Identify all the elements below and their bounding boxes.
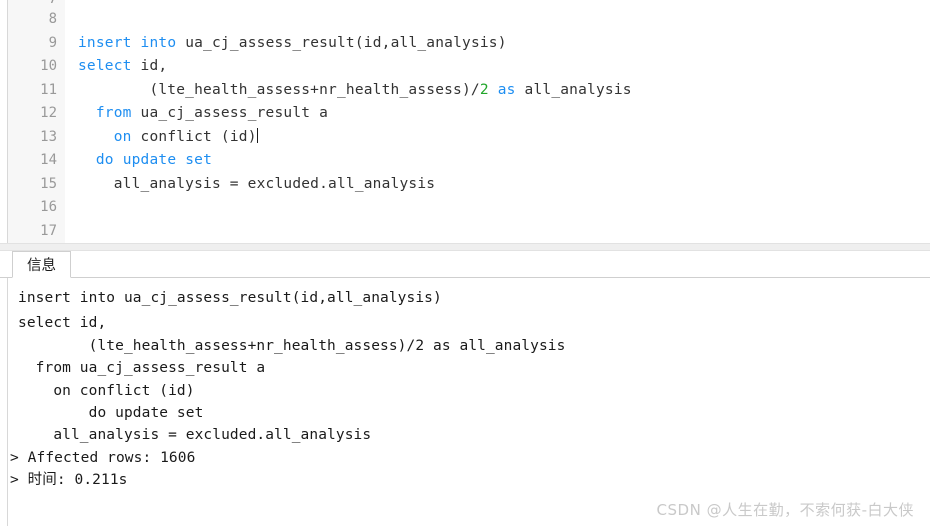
code-line[interactable]: 14 do update set [0, 149, 930, 173]
output-sql-line: from ua_cj_assess_result a [18, 360, 266, 377]
pane-splitter[interactable] [0, 243, 930, 251]
tab-info[interactable]: 信息 [12, 251, 71, 278]
message-output-area[interactable]: insert into ua_cj_assess_result(id,all_a… [8, 278, 930, 526]
code-line-text: from ua_cj_assess_result a [95, 105, 329, 121]
output-sql-line: on conflict (id) [18, 382, 195, 399]
code-line[interactable]: 10 select id, [0, 55, 930, 79]
code-line-text: insert into ua_cj_assess_result(id,all_a… [78, 34, 507, 51]
code-line-text: (lte_health_assess+nr_health_assess)/2 a… [78, 81, 632, 98]
code-line-text: do update set [95, 152, 213, 168]
code-line[interactable]: 8 [0, 8, 930, 32]
line-number: 9 [48, 34, 57, 51]
output-status-line: > Affected rows: 1606 [10, 449, 196, 466]
code-line-text: on conflict (id) [113, 127, 258, 145]
result-tab-bar: 信息 [0, 251, 930, 278]
text-cursor [256, 127, 258, 143]
sql-editor-pane[interactable]: 7 8 9 insert into ua_cj_assess_result(id,al… [0, 0, 930, 243]
line-number: 8 [48, 11, 57, 27]
line-number: 13 [40, 128, 57, 145]
code-line[interactable]: 16 [0, 196, 930, 220]
output-sql-line: select id, [18, 315, 107, 332]
line-number: 16 [40, 199, 57, 215]
line-number: 14 [40, 152, 57, 168]
output-sql-line: insert into ua_cj_assess_result(id,all_a… [18, 290, 442, 306]
code-line[interactable]: 17 [0, 220, 930, 244]
code-line-partial: 7 [0, 0, 930, 8]
output-sql-line: do update set [18, 404, 204, 421]
code-line[interactable]: 13 on conflict (id) [0, 126, 930, 150]
line-number: 10 [40, 58, 57, 74]
line-number: 11 [40, 81, 57, 98]
line-number: 15 [40, 175, 57, 192]
line-number: 7 [8, 0, 57, 7]
code-line[interactable]: 9 insert into ua_cj_assess_result(id,all_… [0, 32, 930, 56]
code-line-text: select id, [78, 58, 168, 74]
csdn-watermark: CSDN @人生在勤，不索何获-白大侠 [656, 501, 914, 519]
result-pane: 信息 insert into ua_cj_assess_result(id,al… [0, 251, 930, 526]
editor-code-lines[interactable]: 7 8 9 insert into ua_cj_assess_result(id,al… [0, 0, 930, 243]
output-status-line: > 时间: 0.211s [10, 472, 128, 489]
line-number: 12 [40, 105, 57, 121]
output-sql-line: all_analysis = excluded.all_analysis [18, 427, 372, 444]
code-line-text: all_analysis = excluded.all_analysis [78, 175, 436, 192]
code-line[interactable]: 15 all_analysis = excluded.all_analysis [0, 173, 930, 197]
line-number: 17 [40, 222, 57, 239]
code-line[interactable]: 12 from ua_cj_assess_result a [0, 102, 930, 126]
code-line[interactable]: 11 (lte_health_assess+nr_health_assess)/… [0, 79, 930, 103]
output-sql-line: (lte_health_assess+nr_health_assess)/2 a… [18, 337, 566, 354]
